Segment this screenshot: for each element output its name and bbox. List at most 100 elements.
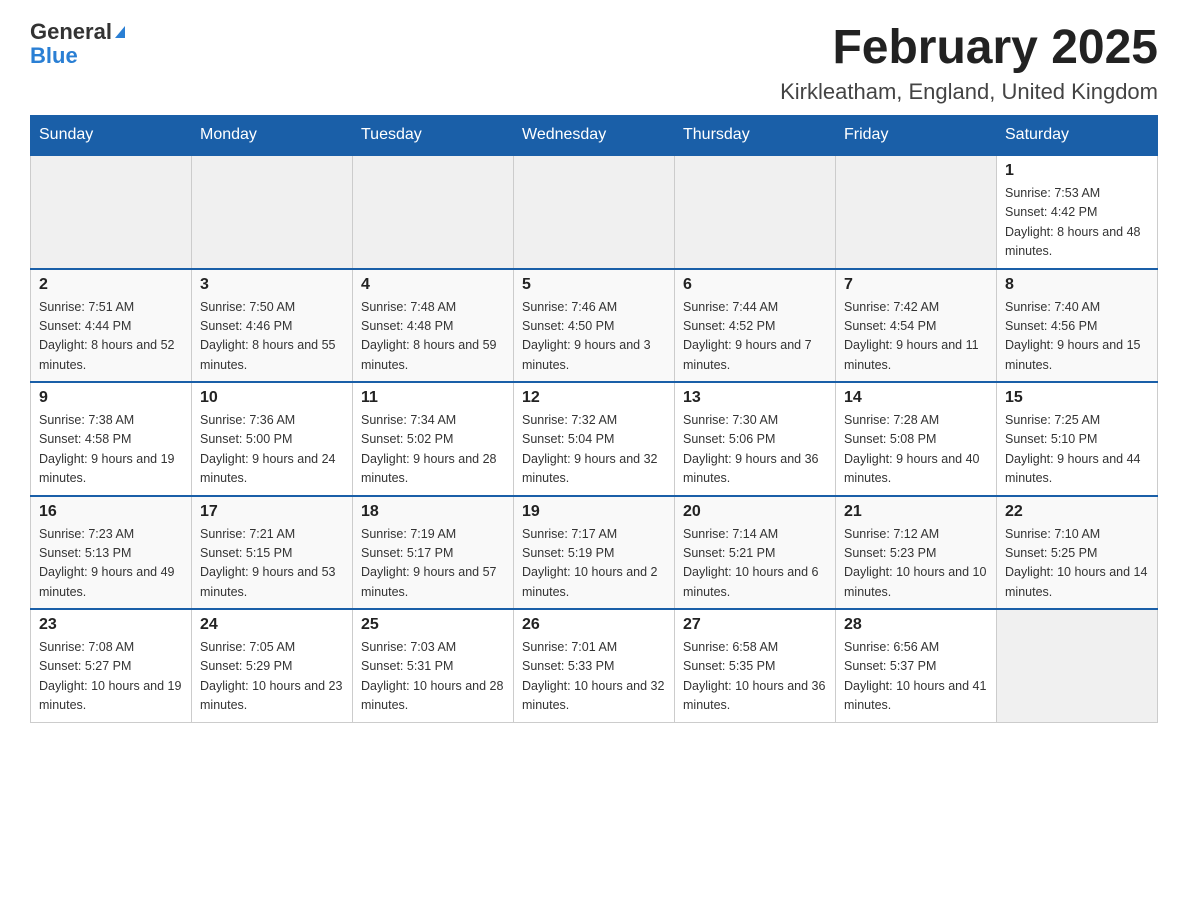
day-number: 5: [522, 276, 666, 294]
calendar-day-cell: 24 Sunrise: 7:05 AM Sunset: 5:29 PM Dayli…: [192, 609, 353, 722]
day-number: 14: [844, 389, 988, 407]
calendar-day-cell: 27Sunrise: 6:58 AM Sunset: 5:35 PM Dayli…: [675, 609, 836, 722]
day-number: 6: [683, 276, 827, 294]
day-info: Sunrise: 7:36 AM Sunset: 5:00 PM Dayligh…: [200, 411, 344, 489]
day-info: Sunrise: 7:03 AM Sunset: 5:31 PM Dayligh…: [361, 638, 505, 716]
calendar-day-cell: 14 Sunrise: 7:28 AM Sunset: 5:08 PM Dayli…: [836, 382, 997, 496]
calendar-week-row: 2 Sunrise: 7:51 AM Sunset: 4:44 PM Daylig…: [31, 269, 1158, 383]
day-of-week-header: Tuesday: [353, 116, 514, 156]
day-number: 22: [1005, 503, 1149, 521]
calendar-day-cell: 11 Sunrise: 7:34 AM Sunset: 5:02 PM Dayli…: [353, 382, 514, 496]
day-of-week-header: Wednesday: [514, 116, 675, 156]
calendar-day-cell: 20 Sunrise: 7:14 AM Sunset: 5:21 PM Dayli…: [675, 496, 836, 610]
day-number: 24: [200, 616, 344, 634]
day-of-week-header: Saturday: [997, 116, 1158, 156]
day-info: Sunrise: 7:30 AM Sunset: 5:06 PM Dayligh…: [683, 411, 827, 489]
calendar-day-cell: [192, 155, 353, 269]
day-number: 16: [39, 503, 183, 521]
page-title: February 2025: [780, 20, 1158, 75]
calendar-day-cell: 18 Sunrise: 7:19 AM Sunset: 5:17 PM Dayli…: [353, 496, 514, 610]
calendar-day-cell: 12 Sunrise: 7:32 AM Sunset: 5:04 PM Dayli…: [514, 382, 675, 496]
day-info: Sunrise: 7:46 AM Sunset: 4:50 PM Dayligh…: [522, 298, 666, 376]
day-number: 26: [522, 616, 666, 634]
calendar-day-cell: 4 Sunrise: 7:48 AM Sunset: 4:48 PM Daylig…: [353, 269, 514, 383]
calendar-day-cell: 10 Sunrise: 7:36 AM Sunset: 5:00 PM Dayli…: [192, 382, 353, 496]
calendar-day-cell: 9Sunrise: 7:38 AM Sunset: 4:58 PM Daylig…: [31, 382, 192, 496]
page-header: General Blue February 2025 Kirkleatham, …: [30, 20, 1158, 105]
day-number: 23: [39, 616, 183, 634]
day-info: Sunrise: 7:10 AM Sunset: 5:25 PM Dayligh…: [1005, 525, 1149, 603]
day-number: 10: [200, 389, 344, 407]
day-info: Sunrise: 7:53 AM Sunset: 4:42 PM Dayligh…: [1005, 184, 1149, 262]
calendar-day-cell: 7 Sunrise: 7:42 AM Sunset: 4:54 PM Daylig…: [836, 269, 997, 383]
calendar-day-cell: 6 Sunrise: 7:44 AM Sunset: 4:52 PM Daylig…: [675, 269, 836, 383]
day-number: 12: [522, 389, 666, 407]
day-number: 19: [522, 503, 666, 521]
day-number: 11: [361, 389, 505, 407]
day-of-week-header: Monday: [192, 116, 353, 156]
title-section: February 2025 Kirkleatham, England, Unit…: [780, 20, 1158, 105]
day-number: 3: [200, 276, 344, 294]
calendar-day-cell: [675, 155, 836, 269]
calendar-day-cell: 23 Sunrise: 7:08 AM Sunset: 5:27 PM Dayli…: [31, 609, 192, 722]
calendar-day-cell: [31, 155, 192, 269]
calendar-day-cell: 1 Sunrise: 7:53 AM Sunset: 4:42 PM Daylig…: [997, 155, 1158, 269]
logo-general-text: General: [30, 20, 112, 44]
day-info: Sunrise: 7:14 AM Sunset: 5:21 PM Dayligh…: [683, 525, 827, 603]
calendar-day-cell: [514, 155, 675, 269]
day-info: Sunrise: 7:08 AM Sunset: 5:27 PM Dayligh…: [39, 638, 183, 716]
day-info: Sunrise: 7:32 AM Sunset: 5:04 PM Dayligh…: [522, 411, 666, 489]
calendar-body: 1 Sunrise: 7:53 AM Sunset: 4:42 PM Daylig…: [31, 155, 1158, 722]
calendar-day-cell: 16Sunrise: 7:23 AM Sunset: 5:13 PM Dayli…: [31, 496, 192, 610]
day-number: 15: [1005, 389, 1149, 407]
calendar-day-cell: 8Sunrise: 7:40 AM Sunset: 4:56 PM Daylig…: [997, 269, 1158, 383]
day-info: Sunrise: 7:51 AM Sunset: 4:44 PM Dayligh…: [39, 298, 183, 376]
day-of-week-header: Friday: [836, 116, 997, 156]
day-number: 1: [1005, 162, 1149, 180]
day-info: Sunrise: 7:44 AM Sunset: 4:52 PM Dayligh…: [683, 298, 827, 376]
day-info: Sunrise: 7:19 AM Sunset: 5:17 PM Dayligh…: [361, 525, 505, 603]
calendar-day-cell: 26 Sunrise: 7:01 AM Sunset: 5:33 PM Dayli…: [514, 609, 675, 722]
day-info: Sunrise: 7:05 AM Sunset: 5:29 PM Dayligh…: [200, 638, 344, 716]
calendar-day-cell: 13 Sunrise: 7:30 AM Sunset: 5:06 PM Dayli…: [675, 382, 836, 496]
day-number: 13: [683, 389, 827, 407]
calendar-day-cell: [353, 155, 514, 269]
calendar-day-cell: 28 Sunrise: 6:56 AM Sunset: 5:37 PM Dayli…: [836, 609, 997, 722]
day-of-week-header: Thursday: [675, 116, 836, 156]
calendar-week-row: 23 Sunrise: 7:08 AM Sunset: 5:27 PM Dayli…: [31, 609, 1158, 722]
day-of-week-header: Sunday: [31, 116, 192, 156]
day-number: 18: [361, 503, 505, 521]
day-info: Sunrise: 7:28 AM Sunset: 5:08 PM Dayligh…: [844, 411, 988, 489]
calendar-week-row: 16Sunrise: 7:23 AM Sunset: 5:13 PM Dayli…: [31, 496, 1158, 610]
calendar-day-cell: [997, 609, 1158, 722]
page-subtitle: Kirkleatham, England, United Kingdom: [780, 79, 1158, 105]
day-info: Sunrise: 6:56 AM Sunset: 5:37 PM Dayligh…: [844, 638, 988, 716]
days-of-week-row: SundayMondayTuesdayWednesdayThursdayFrid…: [31, 116, 1158, 156]
day-info: Sunrise: 7:48 AM Sunset: 4:48 PM Dayligh…: [361, 298, 505, 376]
calendar-day-cell: 21Sunrise: 7:12 AM Sunset: 5:23 PM Dayli…: [836, 496, 997, 610]
day-info: Sunrise: 7:38 AM Sunset: 4:58 PM Dayligh…: [39, 411, 183, 489]
day-info: Sunrise: 7:12 AM Sunset: 5:23 PM Dayligh…: [844, 525, 988, 603]
calendar-day-cell: 15 Sunrise: 7:25 AM Sunset: 5:10 PM Dayli…: [997, 382, 1158, 496]
day-info: Sunrise: 7:42 AM Sunset: 4:54 PM Dayligh…: [844, 298, 988, 376]
day-info: Sunrise: 7:40 AM Sunset: 4:56 PM Dayligh…: [1005, 298, 1149, 376]
day-info: Sunrise: 6:58 AM Sunset: 5:35 PM Dayligh…: [683, 638, 827, 716]
day-info: Sunrise: 7:25 AM Sunset: 5:10 PM Dayligh…: [1005, 411, 1149, 489]
day-number: 28: [844, 616, 988, 634]
day-number: 17: [200, 503, 344, 521]
day-info: Sunrise: 7:01 AM Sunset: 5:33 PM Dayligh…: [522, 638, 666, 716]
calendar-table: SundayMondayTuesdayWednesdayThursdayFrid…: [30, 115, 1158, 723]
day-number: 20: [683, 503, 827, 521]
calendar-day-cell: [836, 155, 997, 269]
day-number: 4: [361, 276, 505, 294]
logo-triangle-icon: [115, 26, 125, 38]
day-number: 2: [39, 276, 183, 294]
day-number: 7: [844, 276, 988, 294]
calendar-day-cell: 22 Sunrise: 7:10 AM Sunset: 5:25 PM Dayli…: [997, 496, 1158, 610]
calendar-header: SundayMondayTuesdayWednesdayThursdayFrid…: [31, 116, 1158, 156]
day-info: Sunrise: 7:34 AM Sunset: 5:02 PM Dayligh…: [361, 411, 505, 489]
logo-blue-text: Blue: [30, 44, 125, 68]
calendar-day-cell: 25 Sunrise: 7:03 AM Sunset: 5:31 PM Dayli…: [353, 609, 514, 722]
calendar-week-row: 1 Sunrise: 7:53 AM Sunset: 4:42 PM Daylig…: [31, 155, 1158, 269]
day-number: 25: [361, 616, 505, 634]
